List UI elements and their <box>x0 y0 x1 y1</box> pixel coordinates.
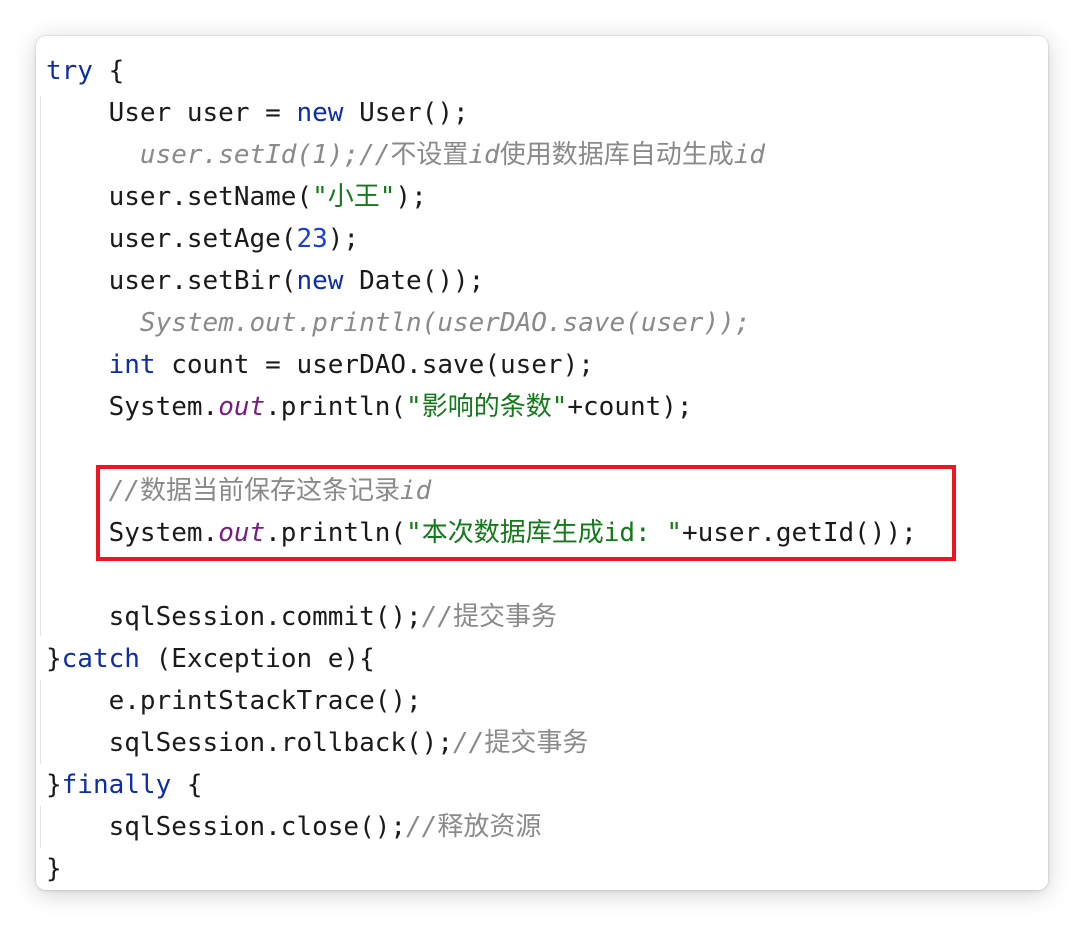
code-text: count = userDAO.save(user); <box>155 350 594 380</box>
code-text: { <box>92 56 125 86</box>
code-line: user.setAge(23); <box>46 218 917 260</box>
code-line-commented: System.out.println(userDAO.save(user)); <box>46 302 917 344</box>
code-text: user.setAge( <box>46 224 297 254</box>
code-text: { <box>171 770 203 800</box>
code-line: User user = new User(); <box>46 92 917 134</box>
string-literal: "影响的条数" <box>406 392 568 422</box>
code-line: } <box>46 848 917 890</box>
keyword-int: int <box>108 350 156 380</box>
code-line: e.printStackTrace(); <box>46 680 917 722</box>
comment-text: System.out.println(userDAO.save(user)); <box>139 308 751 338</box>
keyword-new: new <box>296 266 344 296</box>
keyword-catch: catch <box>61 644 140 674</box>
code-text: sqlSession.close(); <box>46 812 407 842</box>
comment-text: user.setId(1);// <box>139 140 391 170</box>
code-line: }catch (Exception e){ <box>46 638 917 680</box>
code-text: +count); <box>567 392 693 422</box>
code-text: User user = <box>46 98 297 128</box>
comment-text: // <box>421 602 453 632</box>
comment-text: 使用数据库自动生成 <box>499 140 734 170</box>
comment-text: id <box>468 140 500 170</box>
code-line: user.setBir(new Date()); <box>46 260 917 302</box>
fold-guide-catch <box>40 680 41 764</box>
code-text: ); <box>327 224 360 254</box>
code-line: System.out.println("影响的条数"+count); <box>46 386 917 428</box>
comment-text: // <box>406 812 438 842</box>
comment-text: 提交事务 <box>453 602 558 632</box>
code-line: }finally { <box>46 764 917 806</box>
code-text: user.setBir( <box>46 266 297 296</box>
static-field: out <box>218 392 266 422</box>
code-line: int count = userDAO.save(user); <box>46 344 917 386</box>
comment-text: // <box>453 728 485 758</box>
code-text: User(); <box>343 98 469 128</box>
code-text: ); <box>395 182 427 212</box>
code-line: sqlSession.commit();//提交事务 <box>46 596 917 638</box>
code-text: } <box>46 770 62 800</box>
code-text: } <box>46 644 62 674</box>
code-line: try { <box>46 50 917 92</box>
string-literal: "小王" <box>312 182 396 212</box>
fold-guide-finally <box>40 806 41 848</box>
fold-guide-try <box>40 96 41 636</box>
keyword-try: try <box>46 56 93 86</box>
code-text: sqlSession.rollback(); <box>46 728 453 758</box>
code-text: e.printStackTrace(); <box>46 686 422 716</box>
code-text: } <box>46 854 62 884</box>
code-line: sqlSession.close();//释放资源 <box>46 806 917 848</box>
code-line: user.setName("小王"); <box>46 176 917 218</box>
comment-text: id <box>733 140 766 170</box>
code-text: user.setName( <box>46 182 313 212</box>
highlight-annotation-box <box>96 465 956 561</box>
code-text: .println( <box>265 392 407 422</box>
code-line-commented: user.setId(1);//不设置id使用数据库自动生成id <box>46 134 917 176</box>
number-literal: 23 <box>296 224 328 254</box>
keyword-finally: finally <box>61 770 172 800</box>
code-text: (Exception e){ <box>139 644 375 674</box>
comment-text: 提交事务 <box>484 728 589 758</box>
code-line: sqlSession.rollback();//提交事务 <box>46 722 917 764</box>
comment-text: 释放资源 <box>437 812 542 842</box>
code-text: sqlSession.commit(); <box>46 602 422 632</box>
comment-text: 不设置 <box>390 140 469 170</box>
code-text: Date()); <box>343 266 485 296</box>
keyword-new: new <box>296 98 344 128</box>
code-text: System. <box>46 392 219 422</box>
